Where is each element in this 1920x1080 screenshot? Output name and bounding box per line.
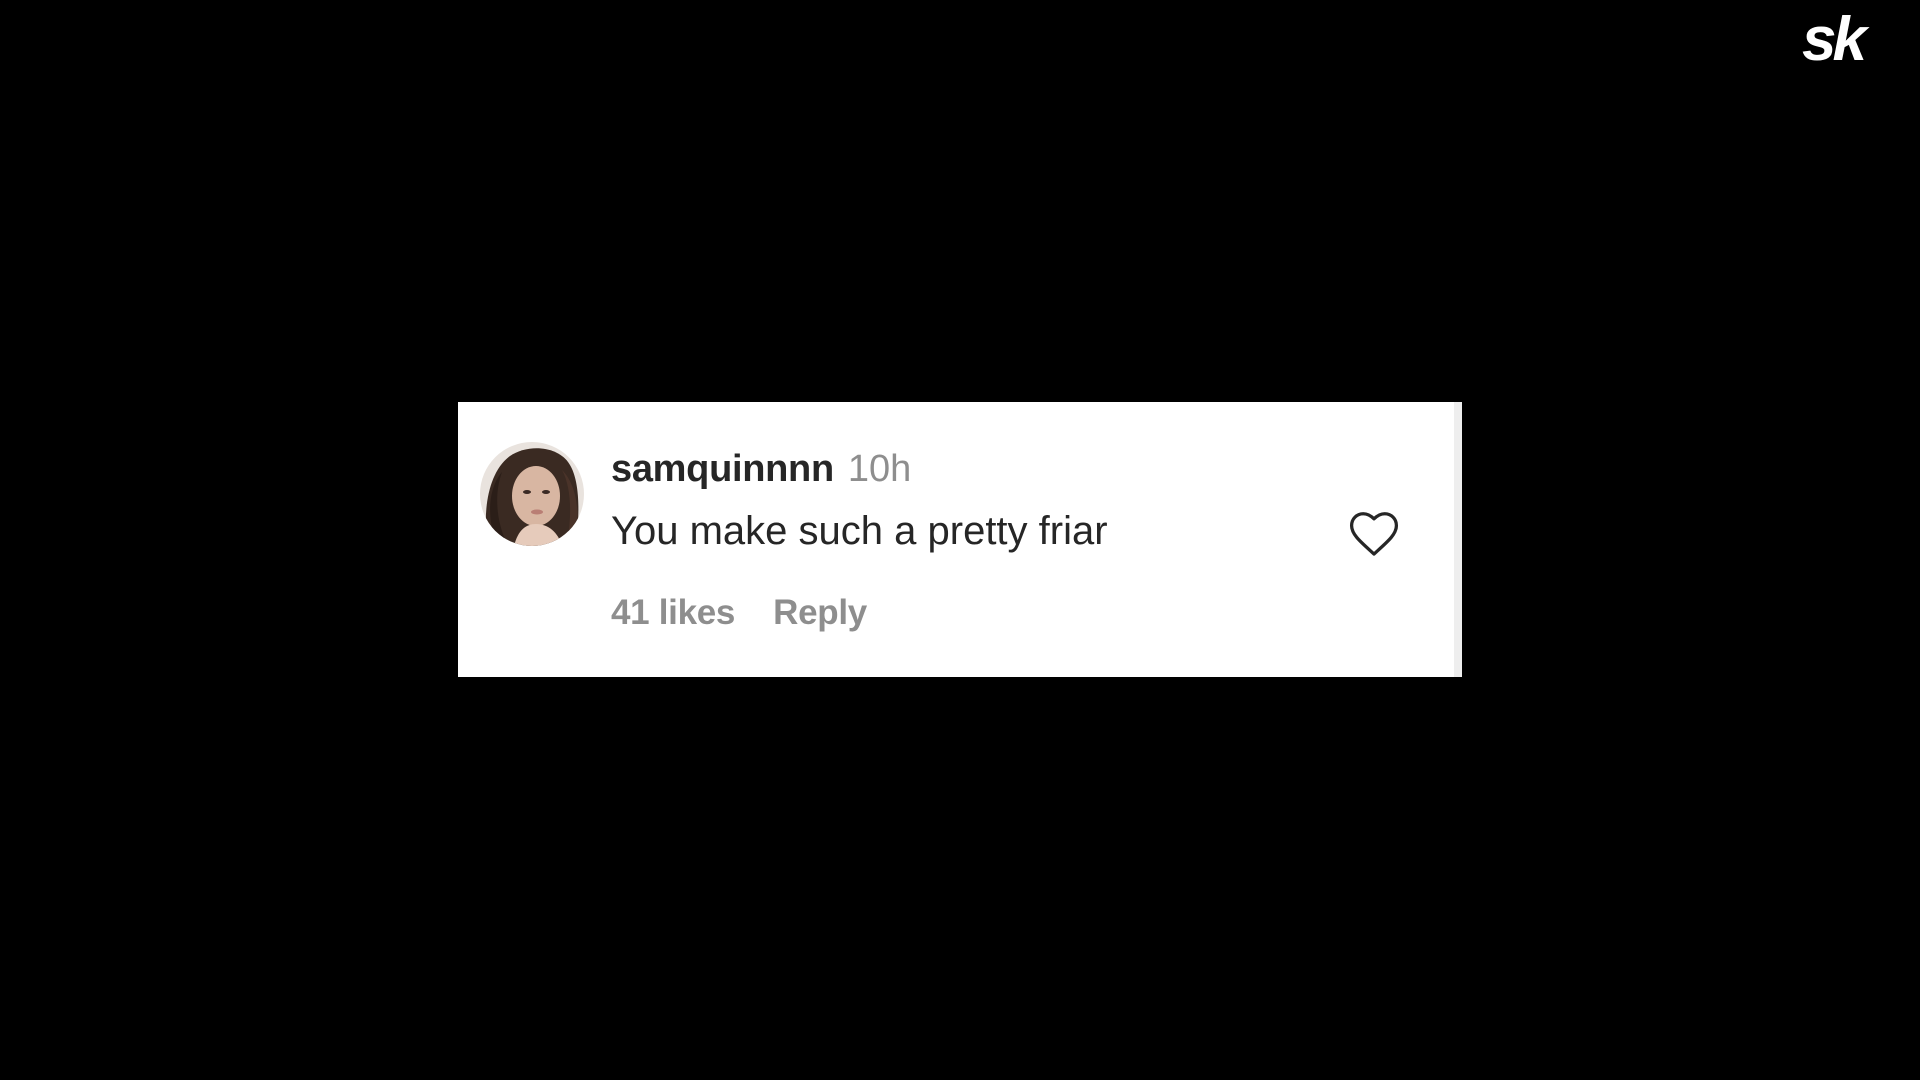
avatar[interactable]: [480, 442, 584, 546]
comment-meta: 41 likes Reply: [611, 592, 867, 641]
avatar-image: [480, 442, 584, 546]
like-button[interactable]: [1346, 506, 1402, 562]
comment-header: samquinnnn 10h: [611, 448, 911, 498]
username[interactable]: samquinnnn: [611, 448, 834, 490]
comment-card: samquinnnn 10h You make such a pretty fri…: [458, 402, 1462, 677]
likes-count[interactable]: 41 likes: [611, 593, 735, 632]
brand-logo-text: sk: [1802, 8, 1870, 68]
timestamp[interactable]: 10h: [848, 448, 911, 490]
brand-logo: sk: [1800, 5, 1910, 74]
reply-button[interactable]: Reply: [773, 593, 867, 632]
heart-outline-icon: [1349, 512, 1399, 556]
comment-text: You make such a pretty friar: [611, 509, 1108, 553]
